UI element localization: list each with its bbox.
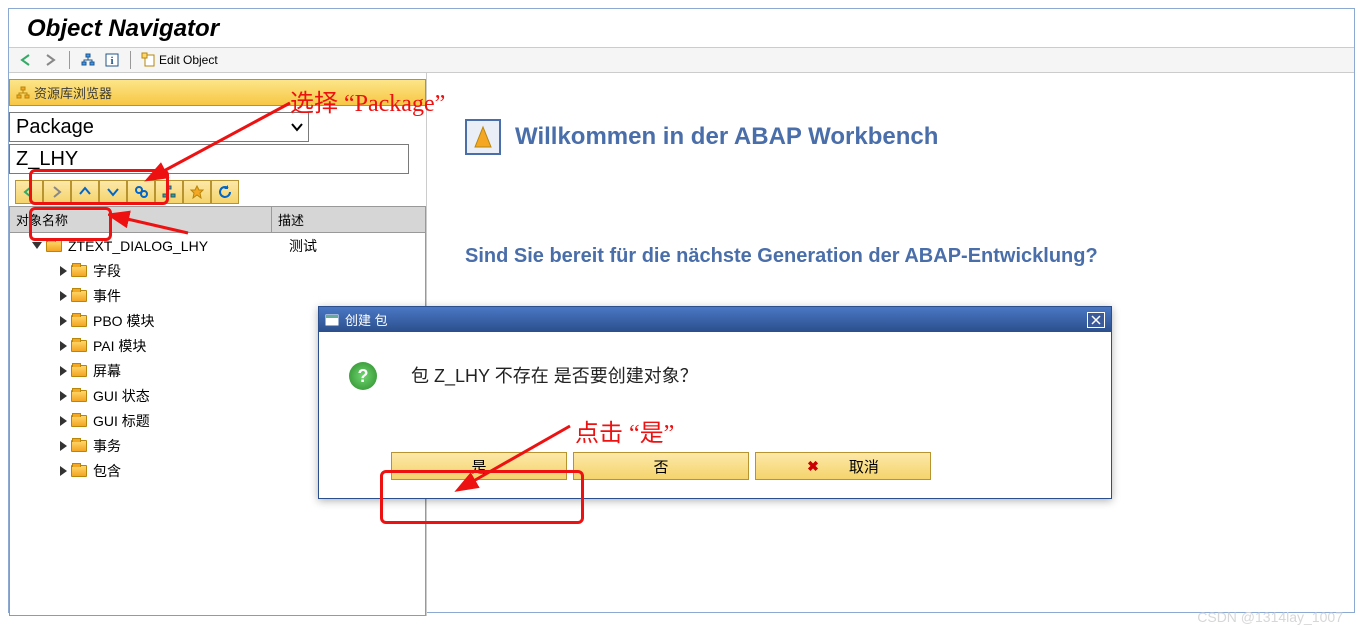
tree-desc: 测试	[285, 236, 425, 256]
dialog-message: 包 Z_LHY 不存在 是否要创建对象？	[411, 362, 698, 388]
repo-browser-header[interactable]: 资源库浏览器	[9, 79, 426, 106]
svg-text:i: i	[110, 55, 113, 67]
nav-up-icon[interactable]	[71, 180, 99, 204]
folder-icon	[71, 390, 87, 402]
folder-icon	[71, 365, 87, 377]
favorite-icon[interactable]	[183, 180, 211, 204]
input-value: Z_LHY	[16, 148, 78, 171]
edit-object-button[interactable]: Edit Object	[141, 52, 218, 68]
expand-icon[interactable]	[60, 266, 67, 276]
cancel-button[interactable]: ✖ 取消	[755, 452, 931, 480]
dialog-titlebar: 创建 包	[319, 307, 1111, 332]
close-icon	[1091, 315, 1101, 325]
dialog-icon	[325, 314, 339, 326]
nav-mini-toolbar	[15, 180, 426, 204]
tree-label: 字段	[93, 261, 425, 281]
hierarchy-icon[interactable]	[78, 50, 98, 70]
tree-label: 事件	[93, 286, 425, 306]
expand-icon[interactable]	[60, 316, 67, 326]
nav-down-icon[interactable]	[99, 180, 127, 204]
expand-icon[interactable]	[60, 416, 67, 426]
refresh-icon[interactable]	[211, 180, 239, 204]
tree-label: ZTEXT_DIALOG_LHY	[68, 238, 285, 254]
expand-icon[interactable]	[32, 242, 42, 249]
back-icon[interactable]	[17, 50, 37, 70]
repo-browser-label: 资源库浏览器	[34, 83, 112, 102]
tree-icon[interactable]	[155, 180, 183, 204]
create-package-dialog: 创建 包 ? 包 Z_LHY 不存在 是否要创建对象？ 是 否 ✖ 取消	[318, 306, 1112, 499]
folder-icon	[71, 440, 87, 452]
chevron-down-icon	[290, 120, 304, 134]
welcome-icon	[465, 119, 501, 155]
cancel-x-icon: ✖	[807, 458, 819, 475]
forward-icon[interactable]	[41, 50, 61, 70]
yes-button[interactable]: 是	[391, 452, 567, 480]
edit-object-label: Edit Object	[159, 53, 218, 67]
find-icon[interactable]	[127, 180, 155, 204]
folder-icon	[71, 265, 87, 277]
page-title: Object Navigator	[9, 9, 1354, 47]
nav-forward-icon[interactable]	[43, 180, 71, 204]
col-description[interactable]: 描述	[272, 207, 425, 232]
main-toolbar: i Edit Object	[9, 47, 1354, 73]
tree-item[interactable]: 事件	[10, 283, 425, 308]
question-icon: ?	[349, 362, 377, 390]
edit-icon	[141, 52, 157, 68]
nav-back-icon[interactable]	[15, 180, 43, 204]
expand-icon[interactable]	[60, 441, 67, 451]
expand-icon[interactable]	[60, 466, 67, 476]
cancel-label: 取消	[849, 456, 879, 477]
tree-root[interactable]: ZTEXT_DIALOG_LHY 测试	[10, 233, 425, 258]
folder-icon	[71, 340, 87, 352]
dialog-close-button[interactable]	[1087, 312, 1105, 328]
tree-item[interactable]: 字段	[10, 258, 425, 283]
welcome-title: Willkommen in der ABAP Workbench	[515, 123, 938, 151]
folder-icon	[46, 240, 62, 252]
welcome-subheading: Sind Sie bereit für die nächste Generati…	[465, 245, 1354, 268]
folder-icon	[71, 465, 87, 477]
expand-icon[interactable]	[60, 391, 67, 401]
folder-icon	[71, 415, 87, 427]
tree-header: 对象名称 描述	[9, 206, 426, 233]
folder-icon	[71, 315, 87, 327]
folder-icon	[71, 290, 87, 302]
object-type-dropdown[interactable]: Package	[9, 112, 309, 142]
expand-icon[interactable]	[60, 291, 67, 301]
info-icon[interactable]: i	[102, 50, 122, 70]
object-name-input[interactable]: Z_LHY	[9, 144, 409, 174]
col-object-name[interactable]: 对象名称	[10, 207, 272, 232]
expand-icon[interactable]	[60, 366, 67, 376]
expand-icon[interactable]	[60, 341, 67, 351]
dialog-title: 创建 包	[345, 310, 388, 329]
no-button[interactable]: 否	[573, 452, 749, 480]
dropdown-value: Package	[16, 116, 94, 139]
repo-icon	[16, 86, 30, 100]
